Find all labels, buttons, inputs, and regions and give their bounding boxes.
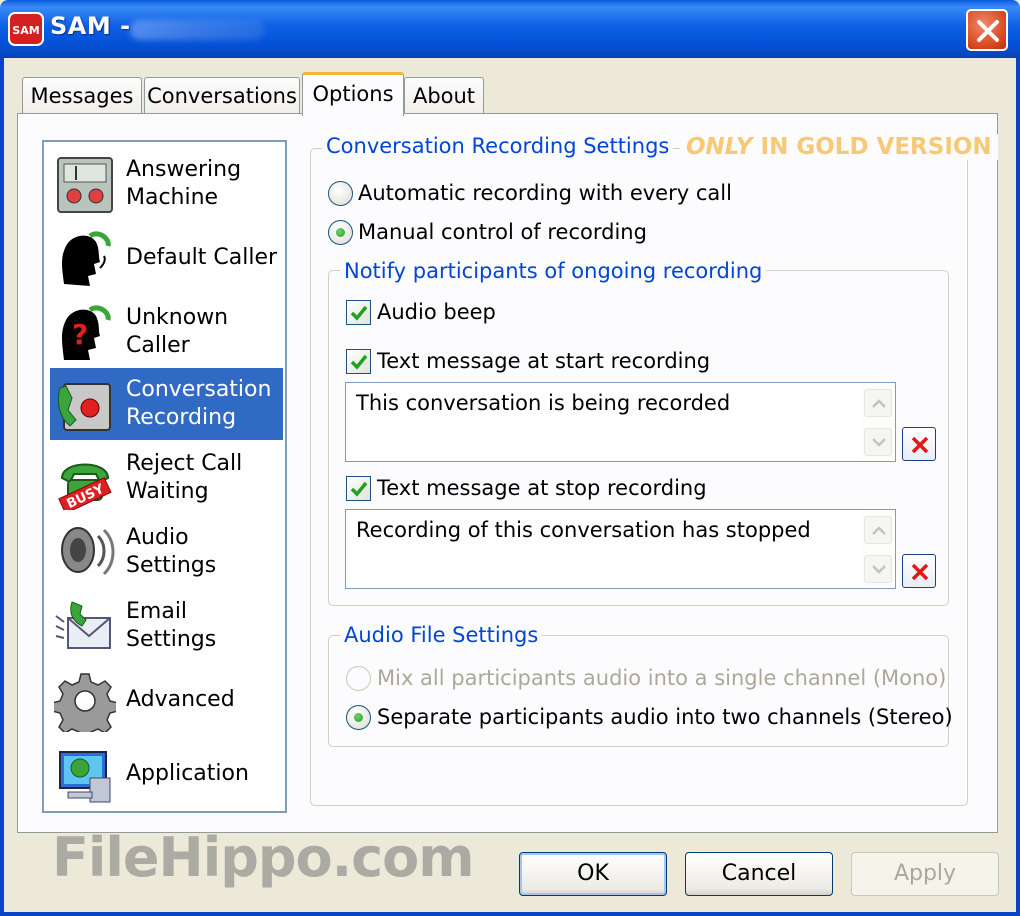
svg-text:?: ?: [72, 318, 88, 351]
audio-beep-label[interactable]: Audio beep: [377, 300, 496, 324]
start-message-label[interactable]: Text message at start recording: [377, 349, 710, 373]
clear-stop-message-button[interactable]: [902, 554, 936, 588]
app-icon: SAM: [8, 12, 44, 46]
radio-selected-dot: [354, 713, 363, 722]
sidebar-item-advanced[interactable]: Advanced: [50, 664, 283, 736]
chevron-up-icon: [872, 526, 886, 535]
sidebar-item-label: Unknown: [126, 305, 229, 330]
sidebar-item-label: Advanced: [126, 687, 235, 712]
start-message-scrollbar[interactable]: [862, 384, 894, 460]
delete-icon: [911, 563, 929, 581]
stop-message-checkbox[interactable]: [346, 476, 371, 501]
automatic-recording-label[interactable]: Automatic recording with every call: [358, 181, 732, 205]
sidebar-item-application[interactable]: Application: [50, 738, 283, 810]
sidebar-item-label: Conversation: [126, 377, 272, 402]
sidebar-item-answering-machine[interactable]: Answering Machine: [50, 148, 283, 220]
sidebar-item-label: Waiting: [126, 479, 209, 504]
cancel-button[interactable]: Cancel: [685, 852, 833, 896]
checkmark-icon: [350, 354, 368, 370]
title-bar[interactable]: SAM SAM -: [0, 0, 1020, 58]
apply-button[interactable]: Apply: [851, 852, 999, 896]
sidebar-item-label: Audio: [126, 525, 189, 550]
start-message-textarea[interactable]: This conversation is being recorded: [345, 382, 896, 462]
conversation-recording-icon: [57, 383, 111, 431]
options-category-list[interactable]: Answering Machine Default Caller ? Unkno…: [42, 140, 287, 813]
tab-conversations[interactable]: Conversations: [144, 77, 300, 114]
sidebar-item-label: Settings: [126, 627, 217, 652]
gold-version-notice: ONLY IN GOLD VERSION: [680, 134, 998, 160]
sidebar-item-conversation-recording[interactable]: Conversation Recording: [50, 368, 283, 440]
stereo-channel-label[interactable]: Separate participants audio into two cha…: [377, 705, 953, 729]
default-caller-icon: [62, 231, 111, 286]
answering-machine-icon: [57, 157, 113, 213]
close-icon: [977, 20, 999, 42]
manual-recording-label[interactable]: Manual control of recording: [358, 220, 647, 244]
stop-message-textarea[interactable]: Recording of this conversation has stopp…: [345, 509, 896, 589]
application-icon: [59, 751, 111, 803]
audio-file-settings-group: [328, 635, 949, 747]
sidebar-item-unknown-caller[interactable]: ? Unknown Caller: [50, 296, 283, 368]
mono-channel-radio: [346, 666, 371, 691]
unknown-caller-icon: ?: [62, 305, 111, 360]
clear-start-message-button[interactable]: [902, 427, 936, 461]
sidebar-item-label: Answering: [126, 157, 242, 182]
scroll-up-button[interactable]: [864, 389, 892, 417]
checkmark-icon: [350, 481, 368, 497]
svg-text:SAM: SAM: [12, 24, 39, 37]
sidebar-item-label: Settings: [126, 553, 217, 578]
stop-message-text: Recording of this conversation has stopp…: [356, 518, 811, 542]
tab-messages[interactable]: Messages: [22, 77, 142, 114]
email-icon: [55, 601, 111, 649]
stop-message-label[interactable]: Text message at stop recording: [377, 476, 707, 500]
manual-recording-radio[interactable]: [328, 220, 353, 245]
delete-icon: [911, 436, 929, 454]
sidebar-item-label: Application: [126, 761, 249, 786]
sidebar-item-label: Recording: [126, 405, 237, 430]
speaker-icon: [61, 527, 115, 576]
mono-channel-label: Mix all participants audio into a single…: [377, 666, 947, 690]
scroll-down-button[interactable]: [864, 428, 892, 456]
close-button[interactable]: [966, 9, 1008, 51]
radio-selected-dot: [336, 228, 345, 237]
recording-settings-legend: Conversation Recording Settings: [322, 134, 674, 158]
blurred-title-text: [130, 20, 265, 40]
sidebar-item-label: Reject Call: [126, 451, 243, 476]
checkmark-icon: [350, 305, 368, 321]
scroll-up-button[interactable]: [864, 516, 892, 544]
chevron-down-icon: [872, 565, 886, 574]
gold-only-text: ONLY: [686, 134, 753, 160]
stop-message-scrollbar[interactable]: [862, 511, 894, 587]
sidebar-item-label: Machine: [126, 185, 219, 210]
filehippo-watermark: FileHippo.com: [52, 826, 475, 889]
sidebar-item-audio-settings[interactable]: Audio Settings: [50, 516, 283, 588]
tab-options[interactable]: Options: [302, 72, 404, 116]
chevron-up-icon: [872, 399, 886, 408]
ok-button[interactable]: OK: [519, 852, 667, 896]
chevron-down-icon: [872, 438, 886, 447]
gold-version-text: IN GOLD VERSION: [752, 134, 992, 160]
sidebar-item-label: Email: [126, 599, 188, 624]
sidebar-item-default-caller[interactable]: Default Caller: [50, 222, 283, 294]
sidebar-item-email-settings[interactable]: Email Settings: [50, 590, 283, 662]
window-title: SAM -: [50, 12, 131, 40]
scroll-down-button[interactable]: [864, 555, 892, 583]
sidebar-item-label: Default Caller: [126, 245, 278, 270]
start-message-text: This conversation is being recorded: [356, 391, 731, 415]
audio-file-settings-legend: Audio File Settings: [340, 623, 543, 647]
tab-about[interactable]: About: [404, 77, 484, 114]
start-message-checkbox[interactable]: [346, 349, 371, 374]
sidebar-item-reject-call-waiting[interactable]: BUSY Reject Call Waiting: [50, 442, 283, 514]
stereo-channel-radio[interactable]: [346, 705, 371, 730]
notify-participants-legend: Notify participants of ongoing recording: [340, 259, 767, 283]
sidebar-item-label: Caller: [126, 333, 190, 358]
audio-beep-checkbox[interactable]: [346, 300, 371, 325]
automatic-recording-radio[interactable]: [328, 181, 353, 206]
gear-icon: [54, 673, 116, 732]
reject-call-icon: BUSY: [58, 463, 112, 510]
